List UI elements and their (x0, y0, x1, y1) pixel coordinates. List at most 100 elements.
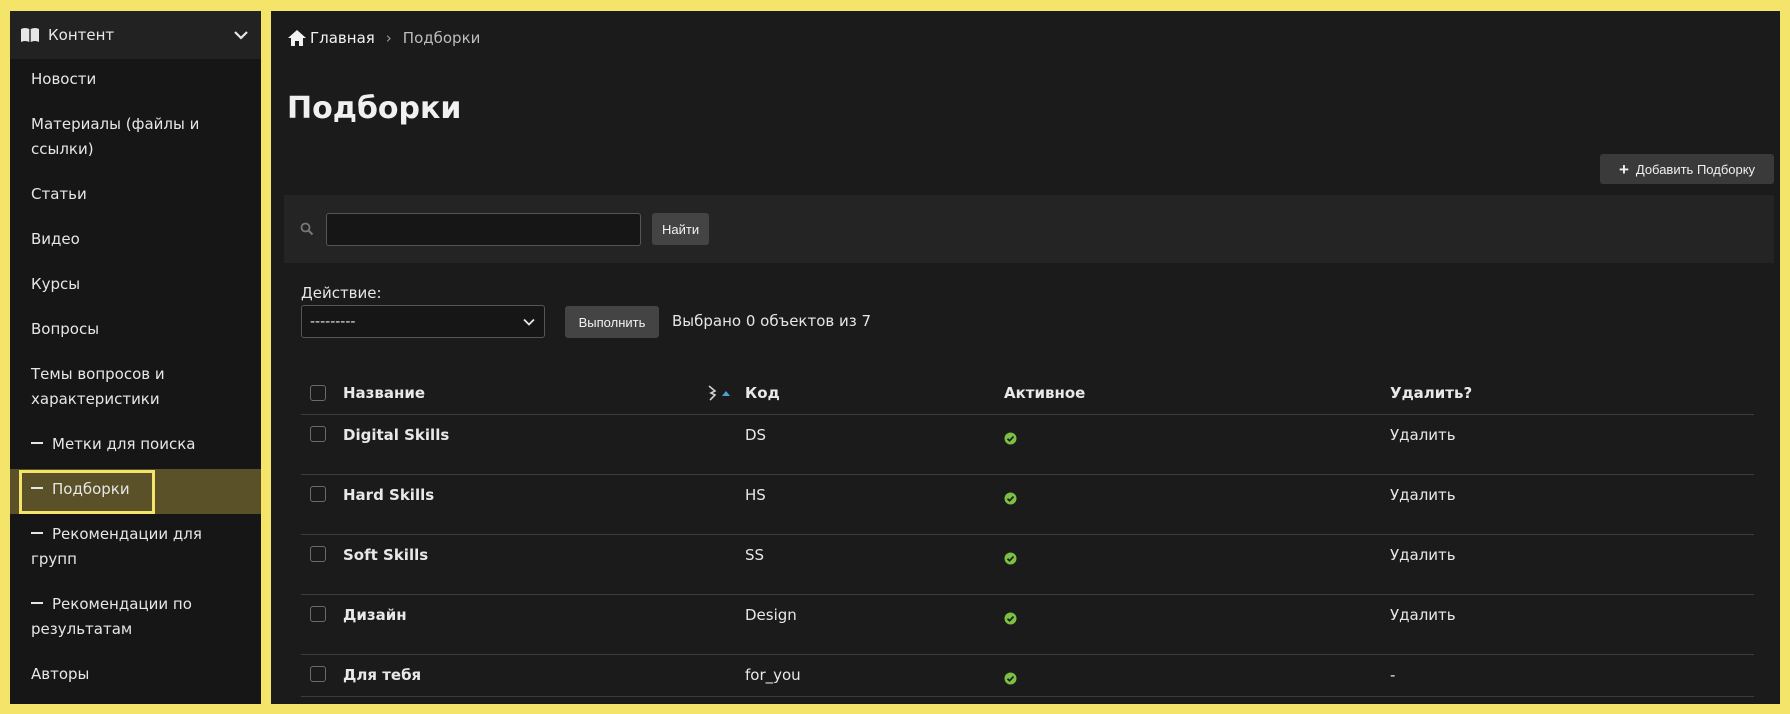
sidebar-item-label: Видео (31, 230, 80, 248)
row-delete[interactable]: Удалить (1390, 606, 1754, 624)
chevron-down-icon[interactable] (233, 27, 249, 43)
row-name-link[interactable]: Hard Skills (343, 486, 745, 504)
select-all-checkbox[interactable] (310, 384, 326, 401)
sidebar-item-label: Рекомендации по результатам (31, 595, 192, 638)
sidebar-item-label: Вопросы (31, 320, 100, 338)
column-code-header[interactable]: Код (745, 384, 1004, 402)
sidebar-item[interactable]: Вопросы (10, 309, 261, 354)
sidebar-item[interactable]: Темы вопросов и характеристики (10, 354, 261, 424)
dash-icon (31, 601, 43, 604)
row-name-cell: Дизайн (343, 606, 745, 624)
breadcrumb: Главная › Подборки (287, 29, 480, 47)
action-label: Действие: (301, 284, 382, 302)
dash-icon (31, 486, 43, 489)
breadcrumb-current: Подборки (402, 29, 481, 47)
row-delete[interactable]: Удалить (1390, 426, 1754, 444)
page-title: Подборки (287, 91, 462, 126)
table-row: Для тебя for_you - (301, 655, 1754, 697)
add-collection-button[interactable]: + Добавить Подборку (1600, 154, 1774, 184)
row-name-link[interactable]: Для тебя (343, 666, 745, 684)
sidebar-item[interactable]: Подборки (10, 469, 261, 514)
search-button[interactable]: Найти (652, 213, 710, 245)
app-frame: Контент Новости Материалы (файлы и ссылки… (0, 0, 1790, 714)
column-delete-header[interactable]: Удалить? (1390, 384, 1754, 402)
book-icon (20, 27, 42, 43)
sidebar-section-title: Контент (48, 26, 115, 44)
row-checkbox-cell (301, 666, 343, 682)
dash-icon (31, 441, 43, 444)
breadcrumb-separator: › (385, 29, 392, 47)
row-name-link[interactable]: Digital Skills (343, 426, 745, 444)
sidebar-item-label: Рекомендации для групп (31, 525, 202, 568)
row-name-cell: Для тебя (343, 666, 745, 684)
row-checkbox[interactable] (310, 426, 326, 442)
breadcrumb-home-link[interactable]: Главная (310, 29, 375, 47)
row-checkbox[interactable] (310, 546, 326, 562)
sort-ascending-icon[interactable] (721, 389, 731, 397)
row-active-cell (1004, 426, 1390, 449)
select-all-cell (301, 384, 343, 401)
row-name-link[interactable]: Дизайн (343, 606, 745, 624)
check-circle-icon (1004, 612, 1017, 625)
row-active-cell (1004, 546, 1390, 569)
run-action-button[interactable]: Выполнить (565, 306, 659, 338)
plus-icon: + (1618, 159, 1629, 179)
sidebar-item[interactable]: Метки для поиска (10, 424, 261, 469)
check-circle-icon (1004, 552, 1017, 565)
row-checkbox-cell (301, 426, 343, 442)
action-select-value: --------- (310, 313, 356, 330)
sidebar-item[interactable]: Новости (10, 59, 261, 104)
row-checkbox[interactable] (310, 606, 326, 622)
sidebar-item[interactable]: Рекомендации по результатам (10, 584, 261, 654)
table-header: Название Код Активное Удалить? (301, 371, 1754, 415)
row-code: DS (745, 426, 767, 444)
column-name-label: Название (343, 383, 426, 402)
sidebar-item[interactable]: Авторы (10, 654, 261, 699)
row-name-cell: Soft Skills (343, 546, 745, 564)
sidebar: Контент Новости Материалы (файлы и ссылки… (10, 11, 261, 704)
sidebar-item-label: Темы вопросов и характеристики (31, 365, 165, 408)
sort-toggle-icon[interactable] (707, 384, 717, 401)
row-active-cell (1004, 606, 1390, 629)
action-select[interactable]: --------- (301, 305, 545, 338)
main-content: Главная › Подборки Подборки + Добавить П… (271, 11, 1780, 704)
sidebar-item[interactable]: Курсы (10, 264, 261, 309)
sidebar-section-header[interactable]: Контент (10, 11, 261, 59)
column-name-header[interactable]: Название (343, 384, 745, 402)
row-delete[interactable]: Удалить (1390, 486, 1754, 504)
sidebar-item-label: Материалы (файлы и ссылки) (31, 115, 200, 158)
sort-controls[interactable] (707, 384, 731, 401)
sidebar-item[interactable]: Материалы (файлы и ссылки) (10, 104, 261, 174)
sidebar-item-label: Новости (31, 70, 97, 88)
row-code: SS (745, 546, 765, 564)
row-code: for_you (745, 666, 801, 684)
table-row: Soft Skills SS Удалить (301, 535, 1754, 595)
sidebar-item-label: Курсы (31, 275, 81, 293)
check-circle-icon (1004, 432, 1017, 445)
row-checkbox[interactable] (310, 486, 326, 502)
column-active-header[interactable]: Активное (1004, 384, 1390, 402)
add-collection-label: Добавить Подборку (1635, 161, 1756, 177)
sidebar-item[interactable]: Видео (10, 219, 261, 264)
row-checkbox[interactable] (310, 666, 326, 682)
sidebar-item[interactable]: Рекомендации для групп (10, 514, 261, 584)
table-row: Дизайн Design Удалить (301, 595, 1754, 655)
sidebar-item[interactable]: Статьи (10, 174, 261, 219)
table-row (301, 697, 1754, 704)
dash-icon (31, 531, 43, 534)
home-icon[interactable] (287, 29, 307, 47)
row-name-link[interactable]: Soft Skills (343, 546, 745, 564)
sidebar-item-label: Метки для поиска (52, 435, 196, 453)
search-input[interactable] (326, 212, 641, 246)
sidebar-menu: Новости Материалы (файлы и ссылки) Статьи В… (10, 59, 261, 699)
sidebar-item-label: Авторы (31, 665, 90, 683)
search-icon (300, 222, 314, 236)
table-body: Digital Skills DS Удалить Hard Skills HS Удал… (301, 415, 1754, 697)
row-checkbox-cell (301, 486, 343, 502)
table-row: Hard Skills HS Удалить (301, 475, 1754, 535)
row-name-cell: Digital Skills (343, 426, 745, 444)
row-active-cell (1004, 486, 1390, 509)
row-delete[interactable]: Удалить (1390, 546, 1754, 564)
row-active-cell (1004, 666, 1390, 689)
selected-count: Выбрано 0 объектов из 7 (672, 312, 872, 330)
